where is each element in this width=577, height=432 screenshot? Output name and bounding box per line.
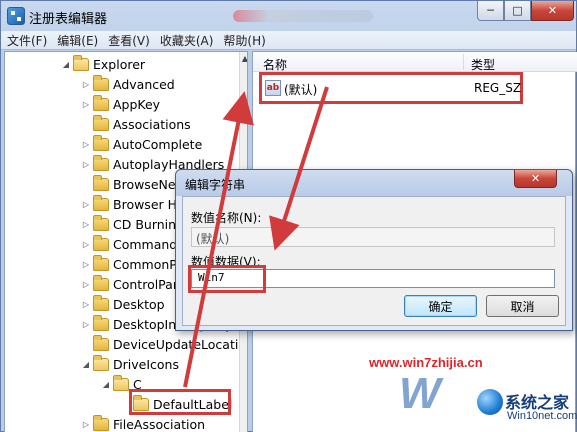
watermark-domain: Win10net.com [507, 410, 577, 422]
folder-icon [93, 294, 109, 311]
edit-string-dialog: 编辑字符串 ✕ 数值名称(N): (默认) 数值数据(V): Win7 确定 取… [175, 169, 573, 331]
blurred-tab-icon [233, 10, 373, 22]
expand-arrow-icon[interactable]: ▷ [81, 140, 91, 149]
defaultlabel-highlight-box [129, 389, 231, 415]
title-bar[interactable]: 注册表编辑器 ─ □ ✕ [1, 1, 576, 31]
regedit-app-icon [7, 7, 25, 25]
minimize-button[interactable]: ─ [477, 1, 504, 21]
expand-arrow-icon[interactable]: ▷ [81, 260, 91, 269]
value-row-default[interactable]: ab (默认) REG_SZ [259, 72, 523, 104]
watermark-url: www.win7zhijia.cn [369, 355, 483, 370]
folder-icon [93, 334, 109, 351]
tree-item-label: CD Burning [113, 216, 184, 232]
value-name-field: (默认) [191, 227, 555, 247]
value-name-label: 数值名称(N): [191, 211, 262, 225]
collapse-arrow-icon[interactable]: ◢ [61, 60, 71, 69]
tree-item[interactable]: ▷ CD Burning [81, 214, 184, 234]
folder-icon [93, 274, 109, 291]
tree-item-label: AutoComplete [113, 136, 203, 152]
folder-icon [93, 414, 109, 431]
cancel-button[interactable]: 取消 [486, 295, 559, 317]
menu-bar: 文件(F) 编辑(E) 查看(V) 收藏夹(A) 帮助(H) [1, 31, 576, 50]
folder-open-icon [73, 54, 89, 71]
expand-arrow-icon[interactable]: ▷ [81, 420, 91, 429]
collapse-arrow-icon[interactable]: ◢ [101, 380, 111, 389]
expand-arrow-icon[interactable]: ▷ [81, 200, 91, 209]
folder-icon [93, 234, 109, 251]
folder-icon [93, 114, 109, 131]
registry-editor-window: 注册表编辑器 ─ □ ✕ 文件(F) 编辑(E) 查看(V) 收藏夹(A) 帮助… [0, 0, 577, 432]
tree-item-label: FileAssociation [113, 416, 206, 432]
folder-open-icon [113, 374, 129, 391]
tree-item[interactable]: ▷ Advanced [81, 74, 175, 94]
values-column-header: 名称 类型 [253, 52, 577, 72]
close-button[interactable]: ✕ [531, 1, 574, 21]
scroll-up-arrow-icon[interactable]: ▲ [240, 52, 247, 66]
expand-arrow-icon[interactable]: ▷ [81, 220, 91, 229]
ok-button[interactable]: 确定 [404, 295, 477, 317]
tree-item[interactable]: Associations [81, 114, 191, 134]
tree-item-label: DriveIcons [113, 356, 179, 372]
expand-arrow-icon[interactable]: ▷ [81, 280, 91, 289]
menu-file[interactable]: 文件(F) [7, 32, 47, 49]
folder-icon [93, 174, 109, 191]
expand-arrow-icon[interactable]: ▷ [81, 240, 91, 249]
tree-item[interactable]: ◢ Explorer [61, 54, 145, 74]
dialog-close-button[interactable]: ✕ [514, 170, 557, 188]
tree-item[interactable]: ◢ DriveIcons [81, 354, 179, 374]
folder-icon [93, 214, 109, 231]
folder-icon [93, 254, 109, 271]
maximize-button[interactable]: □ [504, 1, 531, 21]
menu-edit[interactable]: 编辑(E) [57, 32, 98, 49]
folder-icon [93, 134, 109, 151]
menu-help[interactable]: 帮助(H) [223, 32, 265, 49]
dialog-body: 数值名称(N): (默认) 数值数据(V): Win7 确定 取消 [182, 196, 566, 326]
column-separator[interactable] [463, 54, 464, 70]
folder-icon [93, 94, 109, 111]
tree-item-label: Advanced [113, 76, 175, 92]
value-data-highlight-box [188, 265, 266, 293]
folder-open-icon [93, 354, 109, 371]
folder-icon [93, 74, 109, 91]
expand-arrow-icon[interactable]: ▷ [81, 160, 91, 169]
tree-item-label: Desktop [113, 296, 165, 312]
folder-icon [93, 194, 109, 211]
string-value-icon: ab [265, 80, 281, 96]
folder-icon [93, 314, 109, 331]
column-type-header[interactable]: 类型 [471, 56, 495, 73]
column-name-header[interactable]: 名称 [263, 56, 287, 73]
windows-logo-watermark: W [399, 369, 441, 418]
watermark-badge: 系统之家 Win10net.com [477, 387, 577, 431]
dialog-title-bar[interactable]: 编辑字符串 ✕ [176, 170, 572, 196]
expand-arrow-icon[interactable]: ▷ [81, 300, 91, 309]
tree-item[interactable]: ▷ FileAssociation [81, 414, 205, 432]
value-name: (默认) [284, 83, 318, 97]
tree-item-label: Associations [113, 116, 191, 132]
globe-icon [477, 389, 503, 415]
tree-item[interactable]: ▷ AutoComplete [81, 134, 202, 154]
folder-icon [93, 154, 109, 171]
window-title: 注册表编辑器 [29, 12, 108, 27]
menu-view[interactable]: 查看(V) [108, 32, 150, 49]
expand-arrow-icon[interactable]: ▷ [81, 100, 91, 109]
dialog-title: 编辑字符串 [185, 178, 246, 192]
tree-item[interactable]: DeviceUpdateLocations [81, 334, 248, 354]
tree-item-label: AppKey [113, 96, 161, 112]
tree-item[interactable]: ▷ AppKey [81, 94, 160, 114]
tree-item[interactable]: ▷ Desktop [81, 294, 165, 314]
menu-favorites[interactable]: 收藏夹(A) [160, 32, 214, 49]
tree-item-label: Explorer [93, 56, 146, 72]
expand-arrow-icon[interactable]: ▷ [81, 80, 91, 89]
expand-arrow-icon[interactable]: ▷ [81, 320, 91, 329]
tree-item-label: DeviceUpdateLocations [113, 336, 248, 352]
collapse-arrow-icon[interactable]: ◢ [81, 360, 91, 369]
value-type: REG_SZ [474, 81, 522, 95]
